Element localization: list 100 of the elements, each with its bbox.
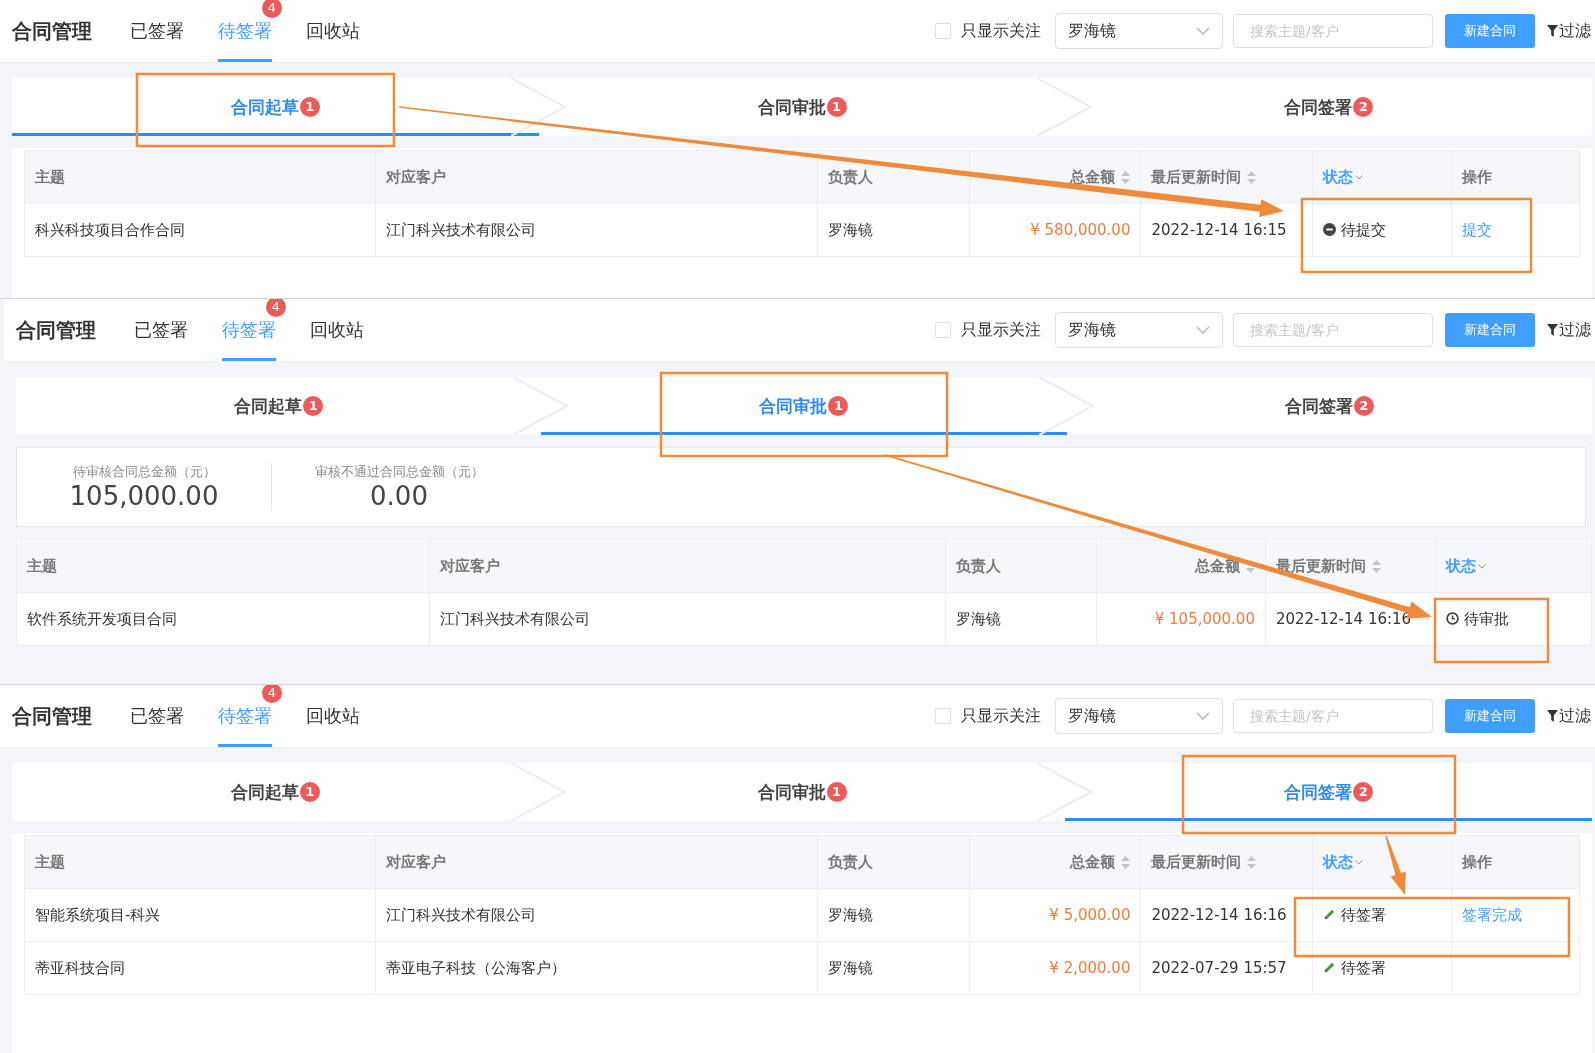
status-label: 待签署 <box>1340 905 1386 924</box>
step-tab[interactable]: 合同签署 2 <box>1065 763 1592 821</box>
table-cell: 蒂亚电子科技（公海客户） <box>375 941 818 995</box>
status-label: 待提交 <box>1340 220 1386 239</box>
tab[interactable]: 回收站 <box>310 299 364 361</box>
table-cell: 科兴科技项目合作合同 <box>24 203 376 257</box>
new-contract-button[interactable]: 新建合同 <box>1445 313 1535 347</box>
checkbox[interactable] <box>935 322 951 338</box>
checkbox[interactable] <box>935 23 951 39</box>
sort-icon <box>1247 855 1257 869</box>
owner-select[interactable]: 罗海镜 <box>1055 13 1223 49</box>
funnel-icon <box>1547 710 1558 722</box>
filter-button[interactable]: 过滤 <box>1547 319 1595 341</box>
step-tab[interactable]: 合同起草 1 <box>12 763 539 821</box>
count-badge: 1 <box>299 782 320 802</box>
table-cell: ¥ 5,000.00 <box>969 888 1141 942</box>
table-cell: 罗海镜 <box>817 941 970 995</box>
table-cell: ¥ 2,000.00 <box>969 941 1141 995</box>
column-header[interactable]: 总金额 <box>969 835 1141 889</box>
step-tab[interactable]: 合同签署 2 <box>1066 377 1592 435</box>
filter-button[interactable]: 过滤 <box>1547 20 1595 42</box>
search-field[interactable]: 搜索主题/客户 <box>1233 313 1433 347</box>
column-header: 操作 <box>1451 150 1580 204</box>
chevron-divider-icon <box>513 377 570 435</box>
stat-value: 105,000.00 <box>68 481 220 511</box>
table-cell: ¥ 105,000.00 <box>1096 592 1266 646</box>
annotation-arrow <box>1385 835 1406 895</box>
tab[interactable]: 已签署 <box>130 685 184 747</box>
pencil-icon <box>1322 907 1336 921</box>
tab[interactable]: 已签署 <box>130 0 184 62</box>
owner-select[interactable]: 罗海镜 <box>1055 698 1223 734</box>
column-header: 对应客户 <box>375 835 818 889</box>
column-header: 主题 <box>24 150 376 204</box>
step-tab[interactable]: 合同审批 1 <box>538 763 1066 821</box>
action-link[interactable]: 签署完成 <box>1462 905 1523 924</box>
step-tab[interactable]: 合同起草 1 <box>12 78 539 136</box>
count-badge: 1 <box>299 97 320 117</box>
count-badge: 2 <box>1353 396 1374 416</box>
status-label: 待签署 <box>1340 958 1386 977</box>
tab[interactable]: 回收站 <box>306 0 360 62</box>
column-header: 对应客户 <box>429 539 946 593</box>
filter-button[interactable]: 过滤 <box>1547 705 1595 727</box>
checkbox-label: 只显示关注 <box>961 705 1041 727</box>
column-header: 对应客户 <box>375 150 818 204</box>
chevron-divider-icon <box>1038 377 1095 435</box>
column-header: 主题 <box>24 835 376 889</box>
column-header[interactable]: 状态 <box>1435 539 1592 593</box>
count-badge: 1 <box>826 97 847 117</box>
column-header[interactable]: 状态 <box>1312 150 1452 204</box>
tab[interactable]: 已签署 <box>134 299 188 361</box>
checkbox-label: 只显示关注 <box>961 20 1041 42</box>
column-header[interactable]: 最后更新时间 <box>1140 150 1312 204</box>
step-tab[interactable]: 合同审批 1 <box>538 78 1066 136</box>
column-header: 负责人 <box>817 150 970 204</box>
step-tab[interactable]: 合同审批 1 <box>541 377 1067 435</box>
sort-icon <box>1121 170 1131 184</box>
stat-label: 审核不通过合同总金额（元） <box>313 463 485 481</box>
search-field[interactable]: 搜索主题/客户 <box>1233 14 1433 48</box>
column-header: 负责人 <box>817 835 970 889</box>
clock-icon <box>1446 611 1460 625</box>
new-contract-button[interactable]: 新建合同 <box>1445 699 1535 733</box>
chevron-divider-icon <box>510 78 567 136</box>
column-header[interactable]: 总金额 <box>1096 539 1266 593</box>
search-field[interactable]: 搜索主题/客户 <box>1233 699 1433 733</box>
count-badge: 4 <box>262 0 282 18</box>
minus-circle-icon <box>1322 222 1336 236</box>
count-badge: 1 <box>828 396 849 416</box>
funnel-icon <box>1547 324 1558 336</box>
table-cell: 2022-12-14 16:16 <box>1140 888 1312 942</box>
chevron-down-icon <box>1354 859 1363 865</box>
chevron-down-icon <box>1354 174 1363 180</box>
count-badge: 1 <box>303 396 324 416</box>
table-cell: 江门科兴技术有限公司 <box>429 592 946 646</box>
table-cell: ¥ 580,000.00 <box>969 203 1141 257</box>
tab[interactable]: 回收站 <box>306 685 360 747</box>
checkbox[interactable] <box>935 708 951 724</box>
table-cell: 2022-07-29 15:57 <box>1140 941 1312 995</box>
chevron-down-icon <box>1196 27 1210 35</box>
table-cell: 江门科兴技术有限公司 <box>375 203 818 257</box>
column-header[interactable]: 状态 <box>1312 835 1452 889</box>
table-cell: 软件系统开发项目合同 <box>16 592 430 646</box>
table-cell: 智能系统项目-科兴 <box>24 888 376 942</box>
select-value: 罗海镜 <box>1068 319 1116 341</box>
new-contract-button[interactable]: 新建合同 <box>1445 14 1535 48</box>
select-value: 罗海镜 <box>1068 705 1116 727</box>
column-header: 负责人 <box>945 539 1097 593</box>
chevron-down-icon <box>1478 563 1487 569</box>
step-tab[interactable]: 合同起草 1 <box>16 377 542 435</box>
checkbox-label: 只显示关注 <box>961 319 1041 341</box>
chevron-down-icon <box>1196 326 1210 334</box>
page-title: 合同管理 <box>16 316 96 344</box>
action-link[interactable]: 提交 <box>1462 220 1493 239</box>
chevron-down-icon <box>1196 712 1210 720</box>
column-header[interactable]: 最后更新时间 <box>1140 835 1312 889</box>
owner-select[interactable]: 罗海镜 <box>1055 312 1223 348</box>
table-cell: 罗海镜 <box>945 592 1097 646</box>
chevron-divider-icon <box>1037 763 1094 821</box>
table-cell: 江门科兴技术有限公司 <box>375 888 818 942</box>
funnel-icon <box>1547 25 1558 37</box>
step-tab[interactable]: 合同签署 2 <box>1065 78 1592 136</box>
